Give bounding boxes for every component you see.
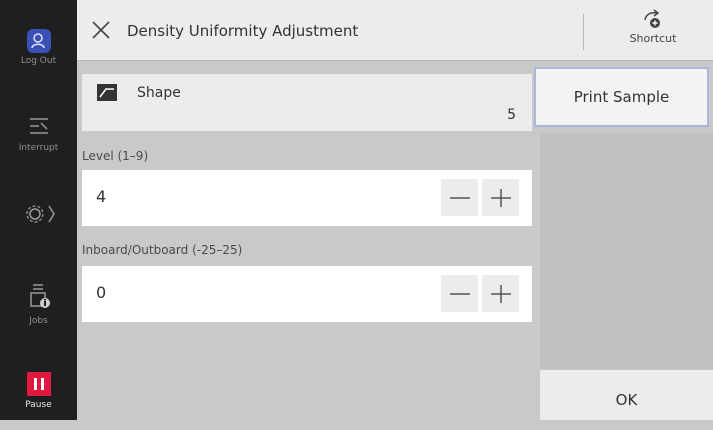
logout-label: Log Out <box>20 56 57 66</box>
shortcut-label: Shortcut <box>629 32 677 45</box>
close-icon <box>91 21 111 44</box>
action-spacer <box>540 133 713 369</box>
inboard-field: 0 <box>82 266 532 322</box>
jobs-icon <box>0 282 77 310</box>
shape-label: Shape <box>137 85 181 101</box>
page-title: Density Uniformity Adjustment <box>127 22 359 40</box>
device-settings-button[interactable] <box>0 202 77 226</box>
print-sample-button[interactable]: Print Sample <box>534 67 709 127</box>
plus-icon <box>482 285 519 303</box>
left-sidebar: Log Out Interrupt Jobs Pause <box>0 0 77 420</box>
inboard-value[interactable]: 0 <box>96 283 106 302</box>
curve-shape-icon <box>97 84 117 101</box>
pause-icon <box>0 372 77 396</box>
pause-button[interactable]: Pause <box>0 372 77 410</box>
shape-value: 5 <box>507 107 516 123</box>
level-label: Level (1–9) <box>82 149 149 163</box>
action-column: Print Sample OK <box>534 61 713 420</box>
settings-panel: Shape 5 Level (1–9) 4 Inboard/Outboard (… <box>77 61 538 420</box>
inboard-decrement-button[interactable] <box>441 275 478 312</box>
shortcut-button[interactable]: Shortcut <box>610 8 696 45</box>
level-field: 4 <box>82 170 532 226</box>
interrupt-label: Interrupt <box>18 143 59 153</box>
ok-button[interactable]: OK <box>540 370 713 420</box>
minus-icon <box>441 189 478 207</box>
plus-icon <box>482 189 519 207</box>
jobs-label: Jobs <box>29 316 48 326</box>
inboard-label: Inboard/Outboard (-25–25) <box>82 243 243 257</box>
header-bar: Density Uniformity Adjustment Shortcut <box>77 0 713 61</box>
close-button[interactable] <box>91 20 111 40</box>
jobs-button[interactable]: Jobs <box>0 282 77 326</box>
gear-chevron-icon <box>0 202 77 226</box>
level-decrement-button[interactable] <box>441 179 478 216</box>
pause-label: Pause <box>25 400 52 410</box>
interrupt-button[interactable]: Interrupt <box>0 115 77 153</box>
logout-button[interactable]: Log Out <box>0 28 77 66</box>
interrupt-icon <box>0 115 77 137</box>
header-divider <box>583 14 584 50</box>
user-logout-icon <box>0 28 77 54</box>
level-value[interactable]: 4 <box>96 187 106 206</box>
level-increment-button[interactable] <box>482 179 519 216</box>
shape-selector[interactable]: Shape 5 <box>82 74 532 131</box>
inboard-increment-button[interactable] <box>482 275 519 312</box>
minus-icon <box>441 285 478 303</box>
shortcut-add-icon <box>610 8 696 30</box>
